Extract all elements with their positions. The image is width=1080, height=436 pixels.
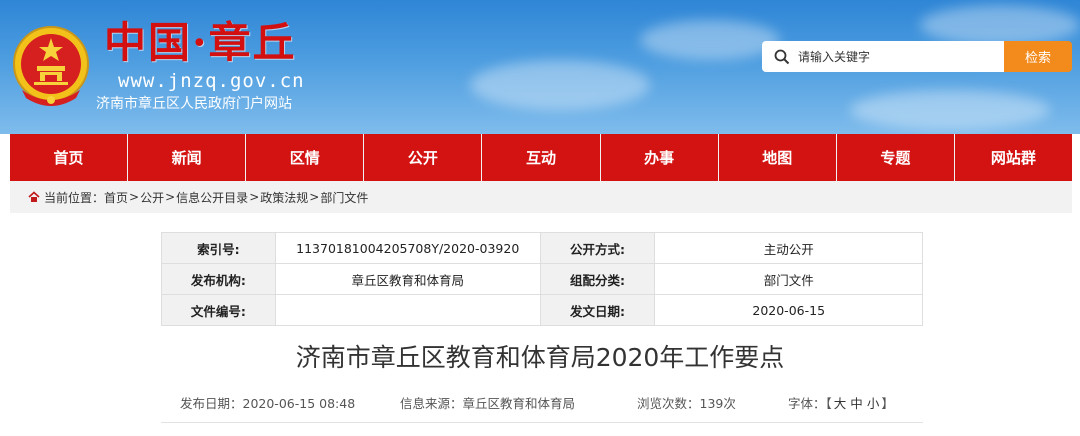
bracket-close: 】: [881, 396, 894, 411]
nav-item-news[interactable]: 新闻: [128, 134, 247, 181]
font-size-selector: 字体：【大中小】: [788, 393, 894, 412]
site-header: 中国·章丘 www.jnzq.gov.cn 济南市章丘区人民政府门户网站 检索: [0, 0, 1080, 134]
article-title: 济南市章丘区教育和体育局2020年工作要点: [295, 343, 785, 372]
bracket-open: 【: [825, 396, 832, 411]
breadcrumb-separator: >: [309, 190, 320, 204]
divider: [161, 422, 923, 423]
nav-item-public[interactable]: 公开: [364, 134, 483, 181]
table-row: 发布机构: 章丘区教育和体育局 组配分类: 部门文件: [161, 263, 923, 295]
breadcrumb-item-dept-docs[interactable]: 部门文件: [320, 189, 368, 206]
breadcrumb-separator: >: [249, 190, 260, 204]
table-row: 文件编号: 发文日期: 2020-06-15: [161, 294, 923, 326]
cloud-decoration: [640, 20, 780, 60]
national-emblem-icon: [13, 26, 89, 106]
font-size-label: 字体：: [788, 396, 826, 411]
search-icon: [774, 49, 790, 64]
font-size-medium-button[interactable]: 中: [850, 396, 863, 411]
cloud-decoration: [850, 90, 1050, 130]
breadcrumb: 当前位置： 首页 > 公开 > 信息公开目录 > 政策法规 > 部门文件: [10, 181, 1072, 213]
meta-value-doc-number: [274, 294, 541, 326]
view-count: 浏览次数：139次: [637, 396, 736, 411]
nav-item-site-group[interactable]: 网站群: [955, 134, 1072, 181]
home-icon: [28, 191, 40, 202]
meta-value-disclosure: 主动公开: [654, 232, 923, 264]
breadcrumb-item-home[interactable]: 首页: [104, 189, 128, 206]
cloud-decoration: [470, 60, 650, 110]
breadcrumb-item-public[interactable]: 公开: [140, 189, 164, 206]
breadcrumb-item-policies[interactable]: 政策法规: [260, 189, 308, 206]
meta-label-disclosure: 公开方式:: [539, 232, 656, 264]
meta-label-category: 组配分类:: [539, 263, 656, 295]
search-box: [762, 41, 1008, 72]
main-nav: 首页 新闻 区情 公开 互动 办事 地图 专题 网站群: [10, 134, 1072, 181]
meta-value-category: 部门文件: [654, 263, 923, 295]
nav-item-district-info[interactable]: 区情: [246, 134, 365, 181]
site-url: www.jnzq.gov.cn: [118, 70, 305, 92]
info-source: 信息来源：章丘区教育和体育局: [400, 396, 576, 411]
nav-item-services[interactable]: 办事: [601, 134, 719, 181]
breadcrumb-item-catalog[interactable]: 信息公开目录: [176, 189, 248, 206]
site-subtitle: 济南市章丘区人民政府门户网站: [96, 96, 292, 112]
search-input[interactable]: [798, 43, 998, 70]
meta-value-publisher: 章丘区教育和体育局: [274, 263, 541, 295]
publish-date: 发布日期：2020-06-15 08:48: [180, 396, 356, 411]
breadcrumb-prefix: 当前位置：: [44, 190, 105, 205]
table-row: 索引号: 11370181004205708Y/2020-03920 公开方式:…: [161, 232, 923, 264]
nav-item-home[interactable]: 首页: [10, 134, 129, 181]
meta-label-publisher: 发布机构:: [161, 263, 276, 295]
meta-label-doc-number: 文件编号:: [161, 294, 276, 326]
font-size-large-button[interactable]: 大: [834, 396, 847, 411]
breadcrumb-separator: >: [165, 190, 176, 204]
meta-label-index: 索引号:: [161, 232, 276, 264]
nav-item-interaction[interactable]: 互动: [482, 134, 601, 181]
cloud-decoration: [920, 5, 1080, 45]
site-title: 中国·章丘: [104, 18, 297, 67]
font-size-small-button[interactable]: 小: [867, 396, 880, 411]
nav-item-topics[interactable]: 专题: [837, 134, 955, 181]
meta-value-issue-date: 2020-06-15: [654, 294, 923, 326]
search-button[interactable]: 检索: [1004, 41, 1072, 72]
breadcrumb-separator: >: [129, 190, 140, 204]
meta-value-index: 11370181004205708Y/2020-03920: [274, 232, 541, 264]
document-meta-table: 索引号: 11370181004205708Y/2020-03920 公开方式:…: [161, 232, 923, 326]
nav-item-map[interactable]: 地图: [719, 134, 837, 181]
meta-label-issue-date: 发文日期:: [539, 294, 656, 326]
